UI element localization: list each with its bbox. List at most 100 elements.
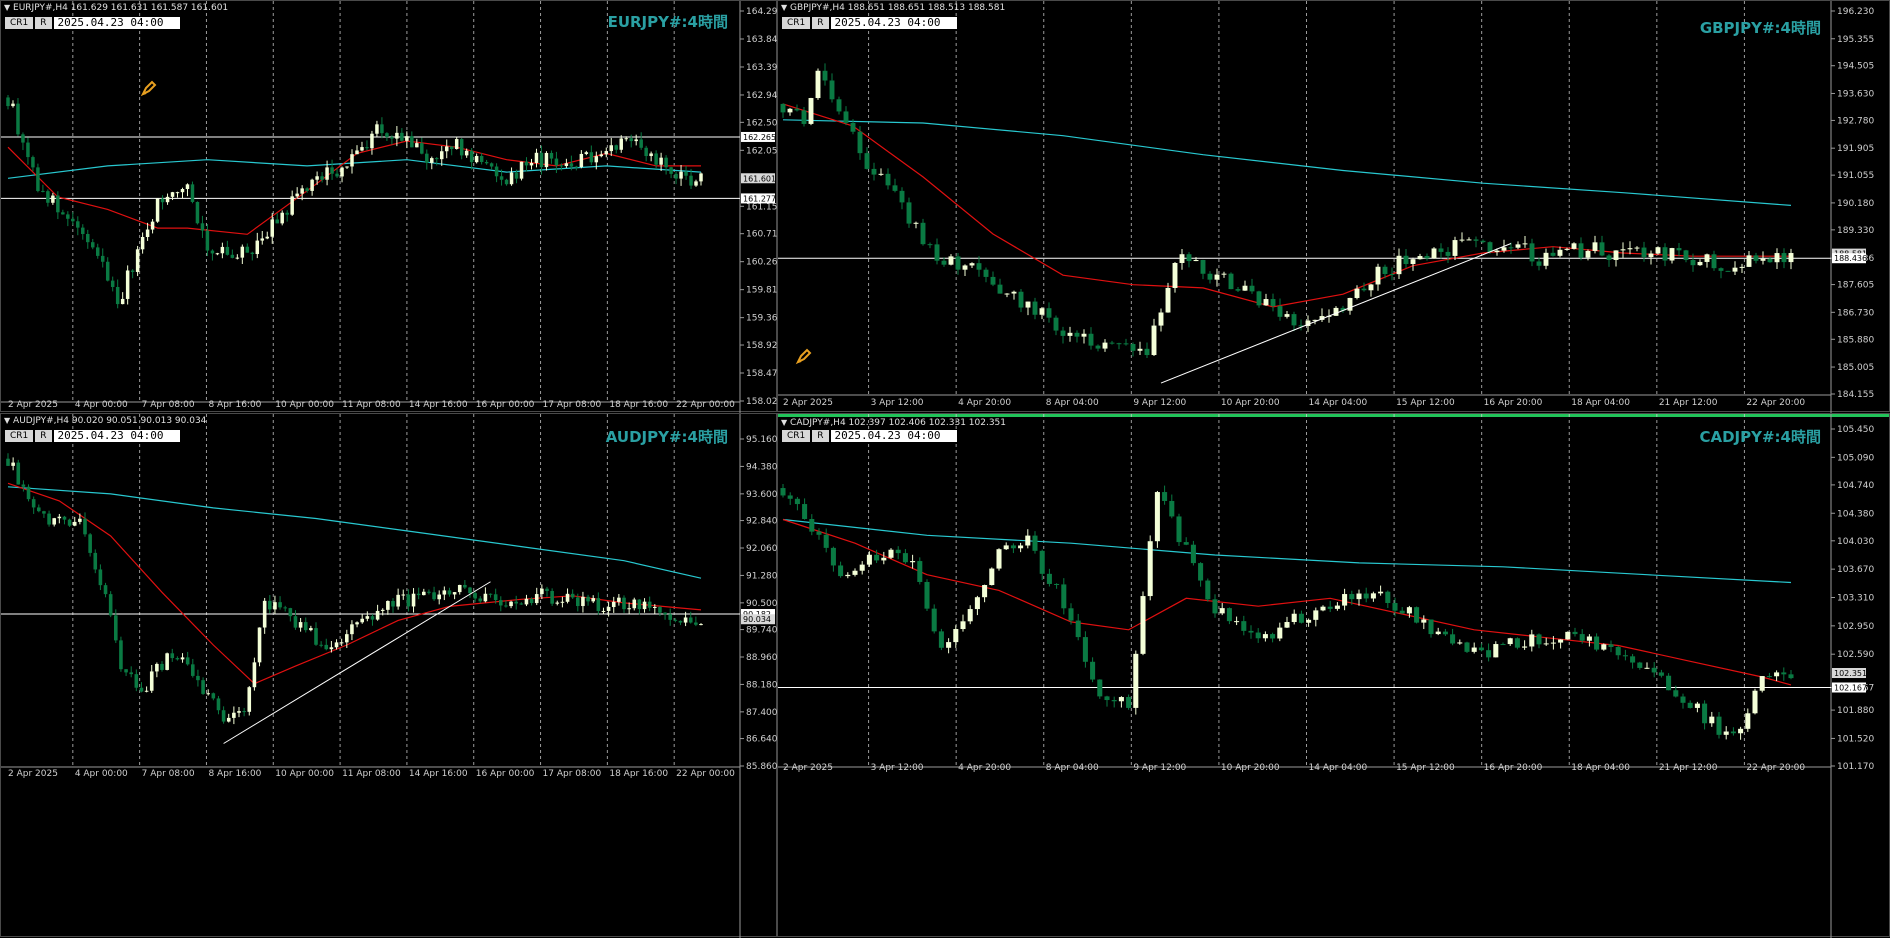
chart-pane-gbpjpy[interactable]: 196.230 195.355 194.505 193.630 192.780 191.9… (777, 0, 1890, 413)
candle-body (989, 568, 995, 586)
candle-body (320, 176, 324, 180)
candle-body (555, 602, 560, 604)
candle-body (1781, 672, 1787, 675)
candle-body (1392, 603, 1398, 611)
candle-body (1032, 301, 1038, 315)
candle-body (150, 221, 155, 230)
r-button[interactable]: R (812, 16, 829, 29)
candle-body (41, 190, 45, 192)
candle-body (1543, 252, 1549, 266)
cr1-button[interactable]: CR1 (5, 429, 34, 442)
candle-body (780, 103, 786, 113)
candle-body (1480, 240, 1486, 243)
candle-body (396, 594, 400, 607)
ma-fast-line (7, 140, 701, 235)
candle-body (1018, 291, 1024, 308)
chart-pane-audjpy[interactable]: 95.160 94.380 93.600 92.840 92.060 91.280 90.5… (0, 413, 778, 938)
candle-body (285, 212, 289, 215)
candle-body (1697, 261, 1703, 266)
candle-body (1641, 247, 1647, 258)
y-tick-label: 87.400 (746, 708, 778, 718)
candle-body (878, 173, 884, 175)
candle-body (1500, 644, 1506, 646)
candle-body (1075, 620, 1081, 638)
candle-body (679, 171, 683, 179)
candle-body (649, 153, 653, 157)
cr1-button[interactable]: CR1 (5, 16, 34, 29)
candle-body (432, 592, 436, 600)
r-button[interactable]: R (812, 429, 829, 442)
candle-body (934, 244, 940, 261)
x-tick-label: 8 Apr 04:00 (1046, 398, 1099, 408)
candle-body (160, 663, 164, 670)
candle-body (119, 640, 123, 670)
candle-body (654, 153, 658, 165)
candle-body (165, 196, 170, 203)
candle-body (483, 593, 488, 602)
candle-body (604, 151, 609, 155)
x-tick-label: 22 Apr 20:00 (1746, 763, 1805, 773)
candle-body (16, 103, 20, 135)
candle-body (1414, 607, 1420, 623)
candle-body (11, 103, 15, 107)
candle-body (809, 518, 815, 532)
candle-body (644, 147, 648, 157)
candle-body (288, 608, 293, 617)
candle-body (360, 618, 364, 623)
candle-body (250, 252, 255, 255)
candle-body (350, 154, 354, 167)
candle-body (674, 173, 678, 179)
x-tick-label: 15 Apr 12:00 (1396, 763, 1455, 773)
candle-body (1694, 703, 1700, 708)
candle-body (990, 276, 996, 285)
cr1-button[interactable]: CR1 (782, 16, 811, 29)
y-tick-label: 102.950 (1837, 622, 1874, 632)
chart-pane-cadjpy[interactable]: 105.450 105.090 104.740 104.380 104.030 103.6… (777, 413, 1890, 938)
candle-body (967, 609, 973, 622)
candle-body (1088, 333, 1094, 346)
candle-body (1193, 260, 1199, 262)
candle-body (899, 190, 905, 203)
candle-body (499, 176, 504, 180)
y-tick-label: 190.180 (1837, 199, 1874, 209)
candle-body (653, 606, 657, 608)
candle-body (235, 257, 240, 259)
candle-body (787, 108, 793, 113)
candle-body (105, 261, 110, 281)
candle-body (1313, 610, 1319, 620)
x-tick-label: 3 Apr 12:00 (871, 763, 924, 773)
y-tick-label: 88.180 (746, 680, 778, 690)
candle-body (1349, 594, 1355, 600)
candle-body (1585, 250, 1591, 258)
candle-body (1723, 731, 1729, 735)
candle-body (1363, 593, 1369, 599)
candle-body (155, 663, 159, 672)
r-button[interactable]: R (35, 429, 52, 442)
candle-body (801, 110, 807, 124)
candle-body (836, 99, 842, 112)
candle-body (1424, 256, 1430, 259)
candle-body (1097, 679, 1103, 697)
candle-body (416, 593, 421, 596)
chart-pane-eurjpy[interactable]: 164.290 163.840 163.390 162.940 162.500 162.0… (0, 0, 778, 413)
cr1-button[interactable]: CR1 (782, 429, 811, 442)
candle-body (370, 616, 375, 620)
candle-body (1205, 580, 1211, 600)
x-tick-label: 21 Apr 12:00 (1659, 398, 1718, 408)
candle-body (6, 458, 10, 466)
candle-body (1704, 254, 1710, 262)
r-button[interactable]: R (35, 16, 52, 29)
candle-body (464, 150, 469, 156)
candle-body (31, 157, 35, 168)
y-tick-label: 101.170 (1837, 762, 1874, 772)
candle-body (425, 153, 429, 163)
y-tick-label: 159.360 (746, 314, 778, 324)
candle-body (1130, 343, 1136, 351)
x-tick-label: 18 Apr 04:00 (1571, 398, 1630, 408)
x-tick-label: 16 Apr 00:00 (476, 769, 535, 779)
candle-body (135, 249, 140, 272)
candle-body (262, 600, 267, 628)
candle-body (1746, 255, 1752, 267)
candle-body (910, 561, 916, 563)
candle-body (415, 143, 419, 148)
